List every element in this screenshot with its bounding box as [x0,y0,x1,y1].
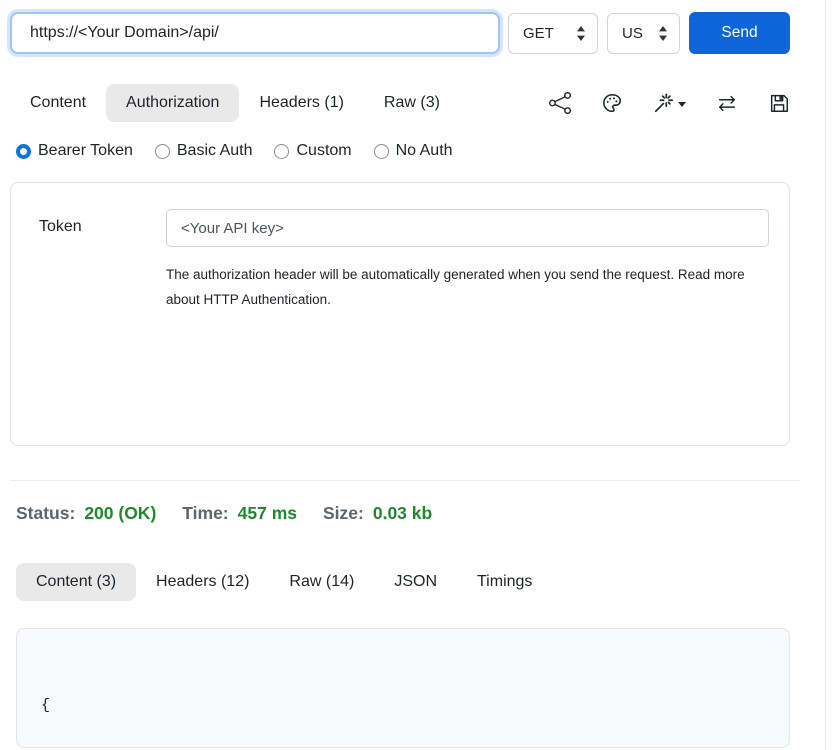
request-tabs-row: Content Authorization Headers (1) Raw (3… [10,84,790,122]
status-pair: Status: 200 (OK) [16,503,156,524]
request-bar: GET US Send [10,10,837,56]
tab-response-json[interactable]: JSON [374,563,457,601]
swap-arrows-icon[interactable] [716,92,738,114]
tab-authorization[interactable]: Authorization [106,84,239,122]
save-icon[interactable] [768,92,790,114]
status-label: Status: [16,503,75,524]
request-tabs: Content Authorization Headers (1) Raw (3… [10,84,460,122]
time-label: Time: [182,503,228,524]
response-body-code: { "message": "API running." } [16,628,790,748]
select-updown-icon [658,26,668,41]
tab-response-timings[interactable]: Timings [457,563,552,601]
size-label: Size: [323,503,364,524]
response-tabs: Content (3) Headers (12) Raw (14) JSON T… [16,563,837,601]
chevron-down-icon [678,102,686,107]
json-open-brace: { [41,697,50,714]
share-icon[interactable] [549,92,571,114]
url-input[interactable] [10,12,500,54]
radio-bearer-token[interactable]: Bearer Token [16,142,133,160]
tab-response-content[interactable]: Content (3) [16,563,136,601]
send-button[interactable]: Send [689,12,790,54]
tab-headers[interactable]: Headers (1) [239,84,363,122]
select-updown-icon [576,26,586,41]
method-select[interactable]: GET [508,13,598,54]
auth-type-options: Bearer Token Basic Auth Custom No Auth [16,142,837,160]
auth-help-text: The authorization header will be automat… [166,262,758,312]
radio-label: No Auth [396,142,453,160]
radio-label: Basic Auth [177,142,253,160]
toolbar-icons [549,92,790,114]
radio-label: Bearer Token [38,142,133,160]
tab-response-headers[interactable]: Headers (12) [136,563,269,601]
response-status-row: Status: 200 (OK) Time: 457 ms Size: 0.03… [16,503,837,524]
tab-response-raw[interactable]: Raw (14) [269,563,374,601]
magic-wand-dropdown[interactable] [653,92,686,114]
size-pair: Size: 0.03 kb [323,503,432,524]
right-edge-divider [825,0,826,750]
time-value: 457 ms [238,503,297,524]
radio-unselected-icon [374,144,389,159]
time-pair: Time: 457 ms [182,503,297,524]
token-label: Token [39,209,166,445]
bearer-token-panel: Token The authorization header will be a… [10,182,790,446]
radio-unselected-icon [274,144,289,159]
palette-icon[interactable] [601,92,623,114]
radio-selected-icon [16,144,31,159]
token-field-column: The authorization header will be automat… [166,209,769,445]
tab-content[interactable]: Content [10,84,106,122]
radio-no-auth[interactable]: No Auth [374,142,453,160]
section-divider [10,480,800,481]
radio-label: Custom [296,142,351,160]
magic-wand-icon [653,92,675,114]
size-value: 0.03 kb [373,503,432,524]
region-select[interactable]: US [607,13,680,54]
radio-custom[interactable]: Custom [274,142,351,160]
radio-unselected-icon [155,144,170,159]
tab-raw[interactable]: Raw (3) [364,84,460,122]
region-select-value: US [622,25,643,42]
radio-basic-auth[interactable]: Basic Auth [155,142,253,160]
method-select-value: GET [523,25,554,42]
token-input[interactable] [166,209,769,247]
status-value: 200 (OK) [84,503,156,524]
